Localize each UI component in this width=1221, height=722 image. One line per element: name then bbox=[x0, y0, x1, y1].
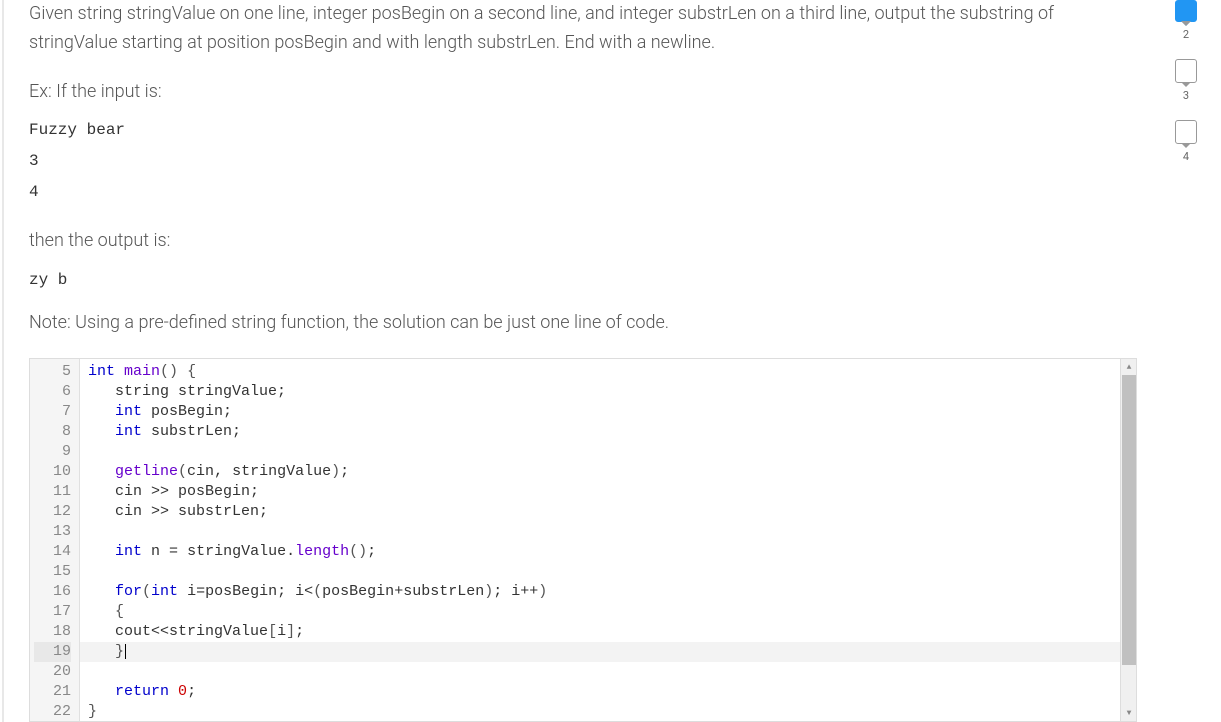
input-line-1: Fuzzy bear bbox=[29, 116, 1137, 145]
input-line-3: 4 bbox=[29, 178, 1137, 207]
line-number: 17 bbox=[34, 602, 71, 622]
code-line[interactable]: cin >> substrLen; bbox=[80, 502, 1120, 522]
code-line[interactable]: cin >> posBegin; bbox=[80, 482, 1120, 502]
code-line[interactable] bbox=[80, 522, 1120, 542]
example-label: Ex: If the input is: bbox=[29, 78, 1137, 107]
scroll-up-arrow[interactable]: ▲ bbox=[1121, 359, 1137, 375]
code-line[interactable]: int substrLen; bbox=[80, 422, 1120, 442]
line-number: 9 bbox=[34, 442, 71, 462]
code-line[interactable] bbox=[80, 562, 1120, 582]
line-number: 10 bbox=[34, 462, 71, 482]
code-line[interactable]: int n = stringValue.length(); bbox=[80, 542, 1120, 562]
line-number: 7 bbox=[34, 402, 71, 422]
badge-number-3: 3 bbox=[1183, 89, 1189, 102]
line-number: 21 bbox=[34, 682, 71, 702]
badge-number-4: 4 bbox=[1183, 150, 1189, 163]
example-output: zy b bbox=[29, 266, 1137, 295]
code-line[interactable]: } bbox=[80, 702, 1120, 721]
line-number: 6 bbox=[34, 382, 71, 402]
code-line[interactable]: } bbox=[80, 642, 1120, 662]
line-number: 8 bbox=[34, 422, 71, 442]
code-line[interactable]: getline(cin, stringValue); bbox=[80, 462, 1120, 482]
problem-description: Given string stringValue on one line, in… bbox=[29, 0, 1137, 58]
scroll-thumb[interactable] bbox=[1122, 375, 1136, 665]
line-number: 14 bbox=[34, 542, 71, 562]
code-line[interactable]: for(int i=posBegin; i<(posBegin+substrLe… bbox=[80, 582, 1120, 602]
line-number: 18 bbox=[34, 622, 71, 642]
code-line[interactable]: cout<<stringValue[i]; bbox=[80, 622, 1120, 642]
code-line[interactable] bbox=[80, 442, 1120, 462]
line-number: 20 bbox=[34, 662, 71, 682]
code-line[interactable]: string stringValue; bbox=[80, 382, 1120, 402]
progress-badge-3[interactable] bbox=[1175, 59, 1197, 83]
code-line[interactable] bbox=[80, 662, 1120, 682]
code-line[interactable]: return 0; bbox=[80, 682, 1120, 702]
code-line[interactable]: int main() { bbox=[80, 362, 1120, 382]
output-label: then the output is: bbox=[29, 227, 1137, 256]
line-number: 13 bbox=[34, 522, 71, 542]
line-number: 12 bbox=[34, 502, 71, 522]
code-line[interactable]: int posBegin; bbox=[80, 402, 1120, 422]
scrollbar[interactable]: ▲ ▼ bbox=[1120, 359, 1136, 721]
progress-sidebar: 2 3 4 bbox=[1171, 0, 1201, 181]
line-number: 19 bbox=[34, 642, 71, 662]
progress-badge-4[interactable] bbox=[1175, 120, 1197, 144]
scroll-down-arrow[interactable]: ▼ bbox=[1121, 705, 1137, 721]
line-number: 15 bbox=[34, 562, 71, 582]
code-line[interactable]: { bbox=[80, 602, 1120, 622]
line-number-gutter: 5678910111213141516171819202122 bbox=[30, 359, 80, 721]
progress-badge-checked[interactable] bbox=[1175, 0, 1197, 22]
line-number: 5 bbox=[34, 362, 71, 382]
input-line-2: 3 bbox=[29, 147, 1137, 176]
example-input: Fuzzy bear 3 4 bbox=[29, 116, 1137, 206]
code-content[interactable]: int main() { string stringValue; int pos… bbox=[80, 359, 1120, 721]
line-number: 11 bbox=[34, 482, 71, 502]
line-number: 16 bbox=[34, 582, 71, 602]
line-number: 22 bbox=[34, 702, 71, 722]
problem-note: Note: Using a pre-defined string functio… bbox=[29, 309, 1137, 338]
code-editor[interactable]: 5678910111213141516171819202122 int main… bbox=[29, 358, 1137, 722]
